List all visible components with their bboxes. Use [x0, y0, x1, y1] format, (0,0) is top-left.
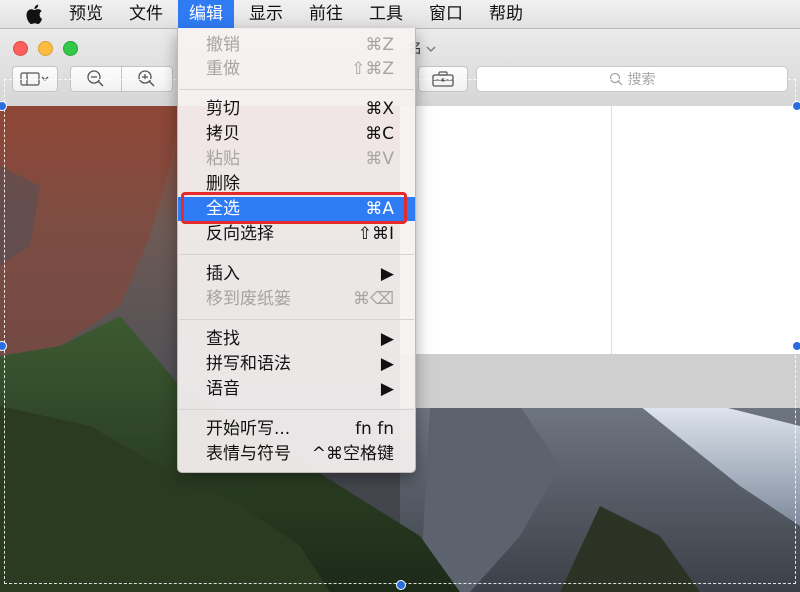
menu-preview[interactable]: 预览 — [58, 0, 114, 28]
menu-item-shortcut: ⇧⌘I — [357, 224, 394, 244]
menu-item-label: 移到废纸篓 — [206, 289, 291, 309]
menu-item-invert-selection[interactable]: 反向选择 ⇧⌘I — [178, 222, 415, 246]
menu-item-shortcut: ⌘A — [365, 199, 394, 219]
menu-item-find[interactable]: 查找 ▶ — [178, 327, 415, 351]
menu-item-move-to-trash[interactable]: 移到废纸篓 ⌘⌫ — [178, 287, 415, 311]
menu-item-label: 拷贝 — [206, 124, 240, 144]
menu-item-label: 粘贴 — [206, 149, 240, 169]
menu-separator — [179, 319, 414, 320]
close-window-button[interactable] — [13, 41, 28, 56]
submenu-arrow-icon: ▶ — [380, 354, 394, 374]
selection-handle-bottom[interactable] — [396, 580, 406, 590]
menu-item-delete[interactable]: 删除 — [178, 172, 415, 196]
menu-bar: 预览 文件 编辑 显示 前往 工具 窗口 帮助 — [0, 0, 800, 29]
menu-item-speech[interactable]: 语音 ▶ — [178, 377, 415, 401]
menu-item-label: 全选 — [206, 199, 240, 219]
menu-item-label: 重做 — [206, 59, 240, 79]
menu-item-spelling-grammar[interactable]: 拼写和语法 ▶ — [178, 352, 415, 376]
menu-item-copy[interactable]: 拷贝 ⌘C — [178, 122, 415, 146]
menu-item-label: 撤销 — [206, 35, 240, 55]
menu-item-redo[interactable]: 重做 ⇧⌘Z — [178, 57, 415, 81]
menu-item-label: 拼写和语法 — [206, 354, 291, 374]
menu-go[interactable]: 前往 — [298, 0, 354, 28]
edit-menu-dropdown: 撤销 ⌘Z 重做 ⇧⌘Z 剪切 ⌘X 拷贝 ⌘C 粘贴 ⌘V 删除 全选 ⌘A … — [177, 28, 416, 473]
submenu-arrow-icon: ▶ — [380, 379, 394, 399]
menu-separator — [179, 254, 414, 255]
menu-item-label: 剪切 — [206, 99, 240, 119]
menu-item-paste[interactable]: 粘贴 ⌘V — [178, 147, 415, 171]
menu-view[interactable]: 显示 — [238, 0, 294, 28]
menu-separator — [179, 89, 414, 90]
menu-item-label: 查找 — [206, 329, 240, 349]
menu-item-select-all[interactable]: 全选 ⌘A — [178, 197, 415, 221]
chevron-down-icon — [426, 46, 436, 52]
menu-item-label: 开始听写... — [206, 419, 291, 439]
menu-item-shortcut: fn fn — [355, 419, 394, 439]
menu-item-label: 插入 — [206, 264, 240, 284]
menu-window[interactable]: 窗口 — [418, 0, 474, 28]
menu-item-label: 语音 — [206, 379, 240, 399]
apple-icon[interactable] — [25, 3, 43, 25]
minimize-window-button[interactable] — [38, 41, 53, 56]
menu-edit[interactable]: 编辑 — [178, 0, 234, 28]
menu-item-cut[interactable]: 剪切 ⌘X — [178, 97, 415, 121]
menu-item-label: 删除 — [206, 174, 240, 194]
selection-handle-right[interactable] — [792, 341, 800, 351]
menu-item-shortcut: ⌘Z — [365, 35, 394, 55]
submenu-arrow-icon: ▶ — [380, 329, 394, 349]
menu-item-label: 反向选择 — [206, 224, 274, 244]
menu-item-start-dictation[interactable]: 开始听写... fn fn — [178, 417, 415, 441]
zoom-window-button[interactable] — [63, 41, 78, 56]
menu-item-shortcut: ⌘C — [365, 124, 394, 144]
menu-item-emoji-symbols[interactable]: 表情与符号 ^⌘空格键 — [178, 442, 415, 466]
menu-file[interactable]: 文件 — [118, 0, 174, 28]
menu-item-shortcut: ⇧⌘Z — [351, 59, 394, 79]
menu-item-undo[interactable]: 撤销 ⌘Z — [178, 33, 415, 57]
menu-item-shortcut: ^⌘空格键 — [311, 444, 394, 464]
menu-item-shortcut: ⌘⌫ — [352, 289, 394, 309]
menu-separator — [179, 409, 414, 410]
menu-item-shortcut: ⌘V — [365, 149, 394, 169]
menu-help[interactable]: 帮助 — [478, 0, 534, 28]
menu-tools[interactable]: 工具 — [358, 0, 414, 28]
menu-item-insert[interactable]: 插入 ▶ — [178, 262, 415, 286]
submenu-arrow-icon: ▶ — [380, 264, 394, 284]
menu-item-shortcut: ⌘X — [365, 99, 394, 119]
menu-item-label: 表情与符号 — [206, 444, 291, 464]
selection-handle-top-right[interactable] — [792, 101, 800, 111]
